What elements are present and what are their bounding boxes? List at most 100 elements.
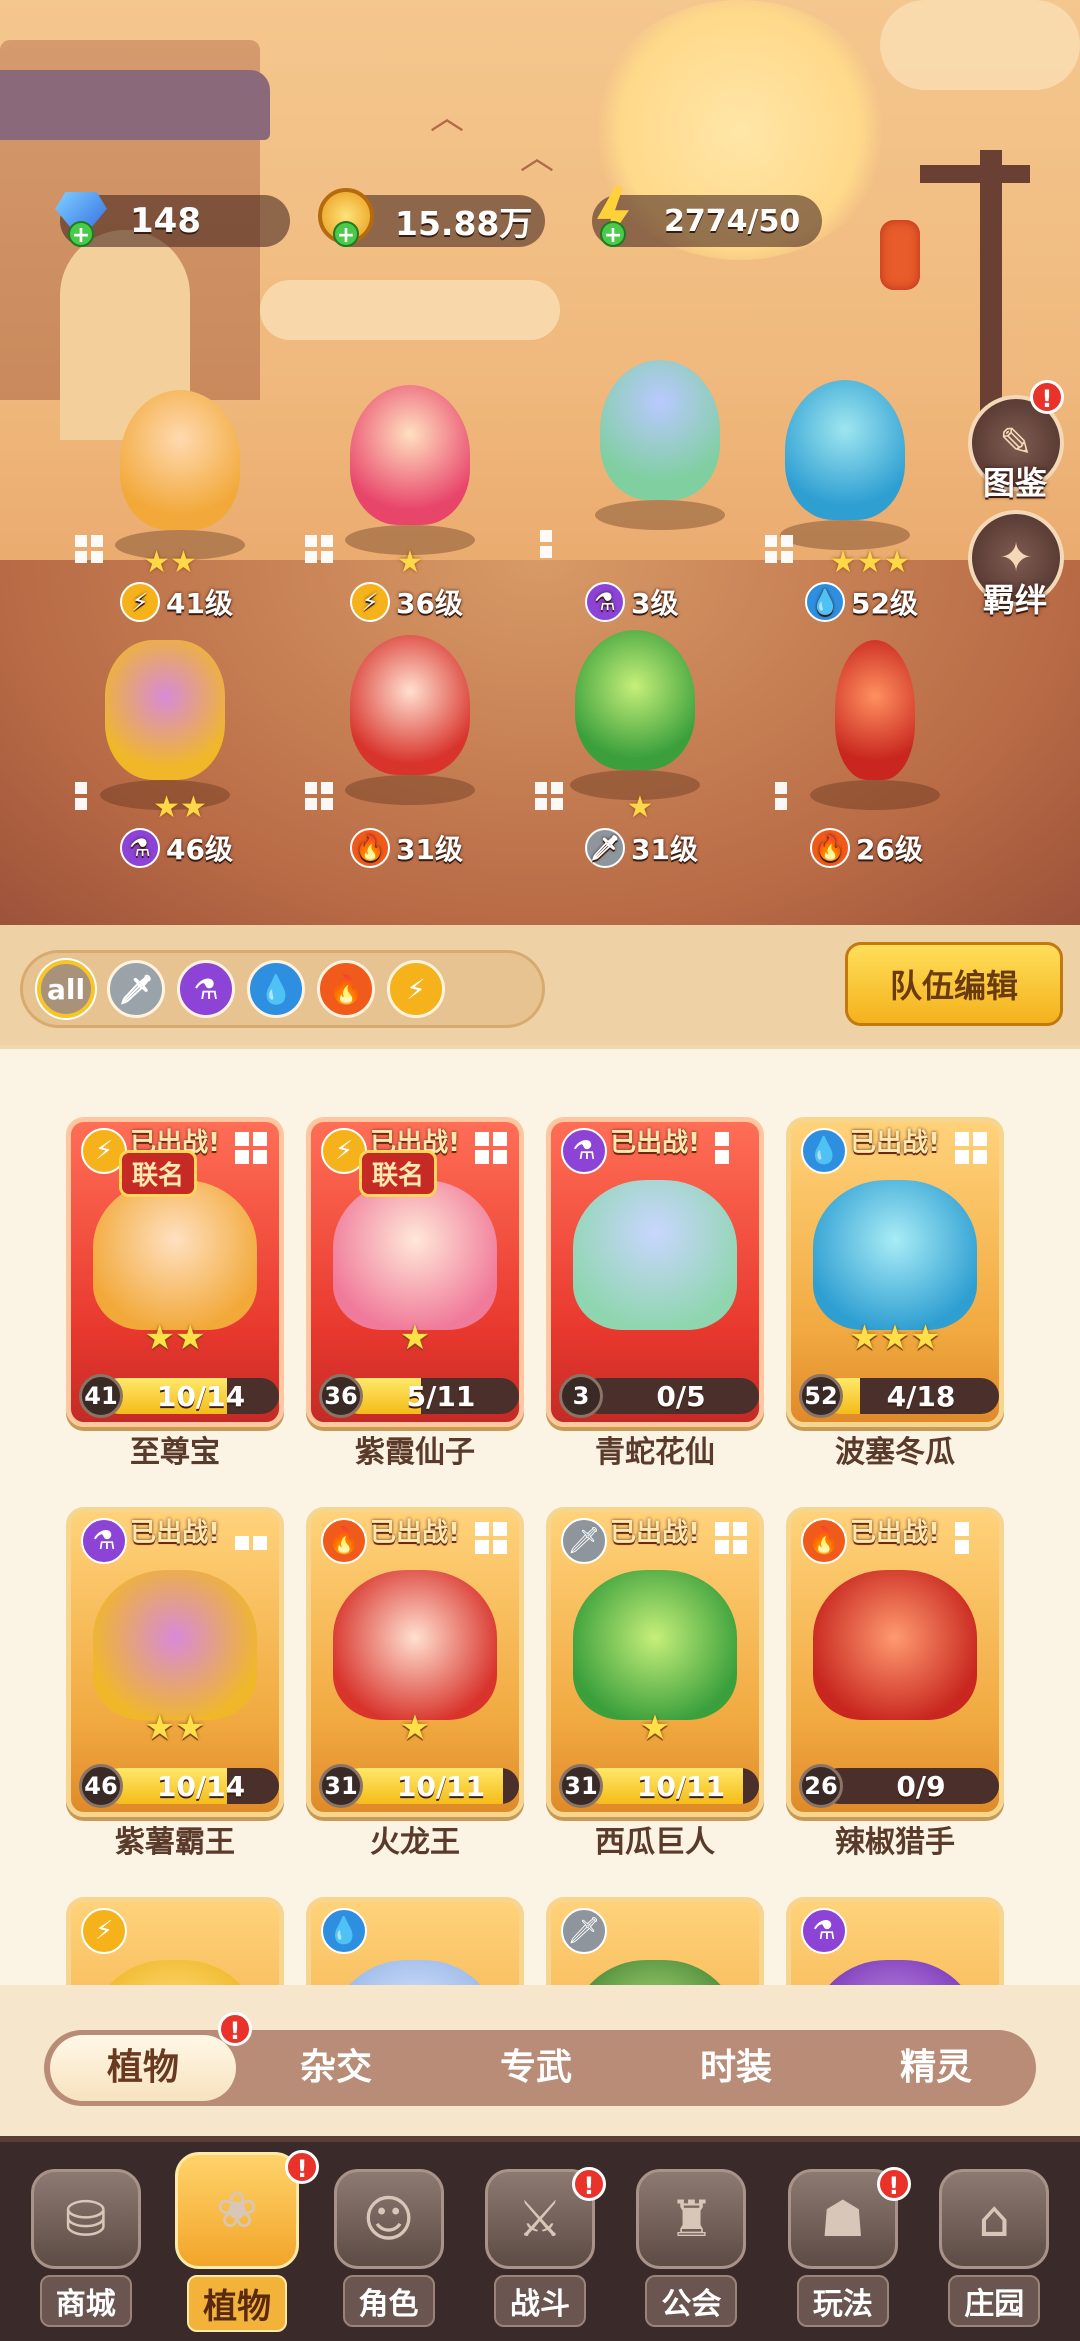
scene-hero-slot[interactable]: [90, 640, 240, 810]
plant-card[interactable]: ⚗: [786, 1897, 1004, 1985]
poison-filter-icon[interactable]: ⚗: [177, 960, 235, 1018]
nav-guild[interactable]: ♜ 公会: [621, 2157, 761, 2327]
cloud-decoration: [880, 0, 1080, 90]
nav-manor[interactable]: ⌂ 庄园: [924, 2157, 1064, 2327]
energy-bolt-icon: +: [578, 181, 648, 251]
plant-card[interactable]: 🔥 已出战! 0/9 26: [786, 1507, 1004, 1817]
water-drop-icon: 💧: [805, 582, 845, 622]
formation-icon: [235, 1536, 269, 1550]
sword-filter-icon[interactable]: 🗡: [107, 960, 165, 1018]
card-level: 26: [799, 1764, 843, 1808]
plant-card[interactable]: ⚡: [66, 1897, 284, 1985]
nav-character[interactable]: ☺ 角色: [319, 2157, 459, 2327]
card-stars: ★★: [144, 1708, 206, 1748]
gem-counter[interactable]: + 148: [55, 192, 290, 248]
plant-card[interactable]: ⚗ 已出战! ★★ 10/14 46: [66, 1507, 284, 1817]
lightning-icon: ⚡: [350, 582, 390, 622]
card-level: 41: [79, 1374, 123, 1418]
tab-spirit[interactable]: 精灵: [836, 2035, 1036, 2101]
hero-stars: ★★★: [829, 545, 911, 580]
bottom-navigation: ⛁ 商城 ❀ 植物 ! ☺ 角色 ⚔ 战斗 ! ♜ 公会 ☗ 玩法 ! ⌂ 庄园: [0, 2136, 1080, 2341]
hero-level: 💧 52级: [805, 582, 918, 622]
scene-hero-slot[interactable]: [770, 380, 920, 550]
gold-value: 15.88万: [395, 204, 533, 243]
plant-card[interactable]: 💧: [306, 1897, 524, 1985]
fire-icon: 🔥: [350, 828, 390, 868]
manor-icon: ⌂: [939, 2168, 1050, 2269]
plant-card[interactable]: ⚡ 已出战! 联名 ★★ 10/14 41: [66, 1117, 284, 1427]
lightning-filter-icon[interactable]: ⚡: [387, 960, 445, 1018]
scene-hero-slot[interactable]: [335, 635, 485, 805]
shard-progress-bar: 4/18: [821, 1378, 999, 1414]
gold-counter[interactable]: + 15.88万: [318, 188, 545, 248]
hero-level: ⚗ 46级: [120, 828, 233, 868]
card-name: 火龙王: [370, 1825, 460, 1860]
scene-hero-slot[interactable]: [585, 360, 735, 530]
card-stars: ★: [639, 1708, 671, 1748]
scene-hero-slot[interactable]: [105, 390, 255, 560]
castle-icon: ♜: [636, 2168, 747, 2269]
card-name: 波塞冬瓜: [835, 1435, 955, 1470]
nav-gameplay[interactable]: ☗ 玩法 !: [773, 2157, 913, 2327]
hero-level: ⚡ 36级: [350, 582, 463, 622]
add-gold-icon[interactable]: +: [333, 221, 359, 248]
lantern-pole-arm: [920, 165, 1030, 183]
shard-progress-bar: 10/11: [581, 1768, 759, 1804]
sword-icon: 🗡: [585, 828, 625, 868]
plant-card[interactable]: 🔥 已出战! ★ 10/11 31: [306, 1507, 524, 1817]
plant-card[interactable]: 🗡 已出战! ★ 10/11 31: [546, 1507, 764, 1817]
bird-icon: ︿: [430, 98, 464, 138]
shard-progress-bar: 5/11: [341, 1378, 519, 1414]
card-level: 46: [79, 1764, 123, 1808]
formation-icon: [305, 782, 335, 812]
plant-card[interactable]: 🗡: [546, 1897, 764, 1985]
add-energy-icon[interactable]: +: [600, 221, 626, 248]
hero-stars: ★★: [143, 545, 197, 580]
filter-all-button[interactable]: all: [37, 960, 95, 1018]
shop-icon: ⛁: [30, 2168, 141, 2269]
hero-stars: ★★: [153, 790, 207, 825]
add-gem-icon[interactable]: +: [68, 221, 94, 248]
formation-icon: [75, 782, 89, 812]
plant-card[interactable]: ⚗ 已出战! 0/5 3: [546, 1117, 764, 1427]
card-level: 31: [559, 1764, 603, 1808]
lightning-icon: ⚡: [120, 582, 160, 622]
hero-level: ⚡ 41级: [120, 582, 233, 622]
hero-stars: ★: [626, 790, 654, 825]
formation-icon: [955, 1522, 969, 1556]
nav-shop[interactable]: ⛁ 商城: [16, 2157, 156, 2327]
fire-filter-icon[interactable]: 🔥: [317, 960, 375, 1018]
formation-icon: [715, 1522, 749, 1556]
plants-tab-badge: !: [218, 2012, 252, 2046]
sword-icon: 🗡: [561, 1908, 607, 1954]
fire-icon: 🔥: [810, 828, 850, 868]
formation-icon: [305, 535, 335, 565]
scene-hero-slot[interactable]: [335, 385, 485, 555]
tab-plants[interactable]: 植物: [50, 2035, 236, 2101]
cloud-decoration: [260, 280, 560, 340]
formation-icon: [715, 1132, 729, 1166]
formation-icon: [475, 1522, 509, 1556]
nav-battle[interactable]: ⚔ 战斗 !: [470, 2157, 610, 2327]
plant-card[interactable]: 💧 已出战! ★★★ 4/18 52: [786, 1117, 1004, 1427]
tab-exclusive-weapon[interactable]: 专武: [436, 2035, 636, 2101]
shard-progress-bar: 0/9: [821, 1768, 999, 1804]
plant-card[interactable]: ⚡ 已出战! 联名 ★ 5/11 36: [306, 1117, 524, 1427]
plant-card-grid: ⚡ 已出战! 联名 ★★ 10/14 41 至尊宝 ⚡ 已出战! 联名 ★ 5/…: [0, 1045, 1080, 1985]
tab-costume[interactable]: 时装: [636, 2035, 836, 2101]
shard-progress-bar: 10/14: [101, 1768, 279, 1804]
card-stars: ★★: [144, 1318, 206, 1358]
card-level: 36: [319, 1374, 363, 1418]
nav-plants[interactable]: ❀ 植物 !: [167, 2149, 320, 2332]
tab-hybrid[interactable]: 杂交: [236, 2035, 436, 2101]
nav-gameplay-badge: !: [876, 2166, 911, 2201]
poison-icon: ⚗: [120, 828, 160, 868]
energy-counter[interactable]: + 2774/50: [592, 187, 822, 248]
water-filter-icon[interactable]: 💧: [247, 960, 305, 1018]
card-name: 青蛇花仙: [595, 1435, 715, 1470]
scene-hero-slot[interactable]: [800, 640, 950, 810]
scene-hero-slot[interactable]: [560, 630, 710, 800]
poison-icon: ⚗: [585, 582, 625, 622]
team-edit-button[interactable]: 队伍编辑: [845, 942, 1063, 1026]
gem-icon: +: [46, 181, 116, 251]
